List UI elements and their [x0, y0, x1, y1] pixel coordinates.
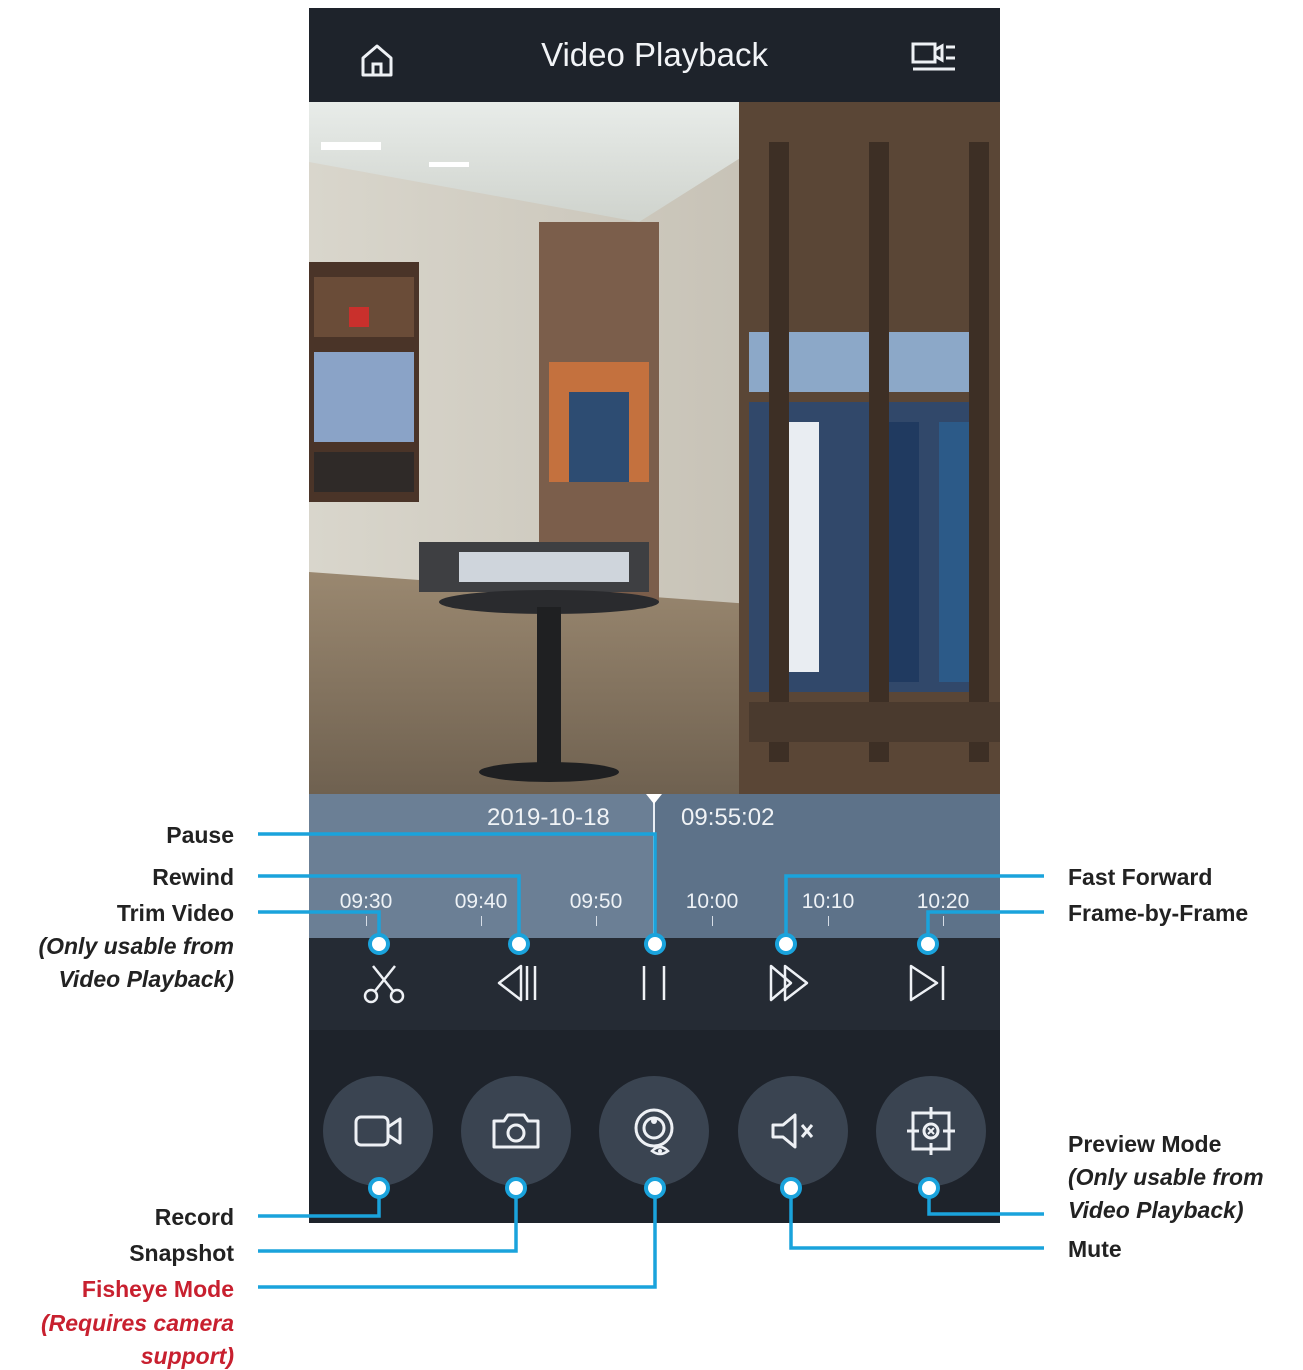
label-rewind: Rewind — [152, 864, 234, 890]
label-preview-note: Video Playback) — [1068, 1197, 1244, 1223]
skip-forward-icon[interactable] — [905, 960, 951, 1006]
label-snapshot: Snapshot — [129, 1240, 234, 1266]
timeline-cursor[interactable] — [653, 794, 655, 938]
label-trim-note: Video Playback) — [58, 966, 234, 992]
label-fisheye: Fisheye Mode — [81, 1276, 234, 1302]
top-bar: Video Playback — [309, 8, 1000, 102]
label-pause: Pause — [166, 822, 234, 848]
label-trim: Trim Video — [116, 900, 234, 926]
timeline-tick: 09:50 — [569, 890, 623, 913]
tick-mark — [366, 916, 367, 926]
timeline-tick: 10:00 — [685, 890, 739, 913]
pause-icon[interactable] — [631, 960, 677, 1006]
snapshot-button[interactable] — [461, 1076, 571, 1186]
timeline-tick: 09:30 — [339, 890, 393, 913]
record-button[interactable] — [323, 1076, 433, 1186]
timeline-bar[interactable]: 2019-10-18 09:55:02 09:30 09:40 09:50 10… — [309, 794, 1000, 938]
tick-mark — [596, 916, 597, 926]
playback-time: 09:55:02 — [681, 804, 775, 831]
page-title: Video Playback — [541, 36, 768, 73]
phone-screen: Video Playback 2019-10-18 09:55:02 09:30… — [309, 8, 1000, 1223]
label-preview-mode: Preview Mode — [1068, 1131, 1222, 1157]
timeline-tick: 09:40 — [454, 890, 508, 913]
label-trim-note: (Only usable from — [38, 933, 234, 959]
preview-mode-button[interactable] — [876, 1076, 986, 1186]
timeline-cursor-marker[interactable] — [646, 794, 662, 804]
speaker-mute-icon — [771, 1113, 814, 1149]
preview-mode-icon — [907, 1107, 955, 1155]
label-preview-note: (Only usable from — [1068, 1164, 1264, 1190]
tick-mark — [712, 916, 713, 926]
tick-mark — [828, 916, 829, 926]
fisheye-button[interactable] — [599, 1076, 709, 1186]
video-frame[interactable] — [309, 102, 1000, 794]
timeline-tick: 10:20 — [916, 890, 970, 913]
camera-icon — [492, 1113, 540, 1149]
rewind-icon[interactable] — [495, 960, 541, 1006]
timeline-tick: 10:10 — [801, 890, 855, 913]
mute-button[interactable] — [738, 1076, 848, 1186]
label-record: Record — [154, 1204, 234, 1230]
tick-mark — [943, 916, 944, 926]
label-fast-forward: Fast Forward — [1068, 864, 1213, 890]
playback-date: 2019-10-18 — [487, 804, 610, 831]
label-mute: Mute — [1068, 1236, 1122, 1262]
fisheye-icon — [634, 1108, 674, 1156]
tick-mark — [481, 916, 482, 926]
label-frame-by-frame: Frame-by-Frame — [1068, 900, 1249, 926]
label-fisheye-note: support) — [140, 1343, 234, 1369]
label-fisheye-note: (Requires camera — [40, 1310, 234, 1336]
scissors-icon[interactable] — [361, 960, 407, 1006]
video-camera-icon — [354, 1115, 402, 1147]
fast-forward-icon[interactable] — [765, 960, 811, 1006]
camera-list-icon[interactable] — [909, 36, 959, 76]
